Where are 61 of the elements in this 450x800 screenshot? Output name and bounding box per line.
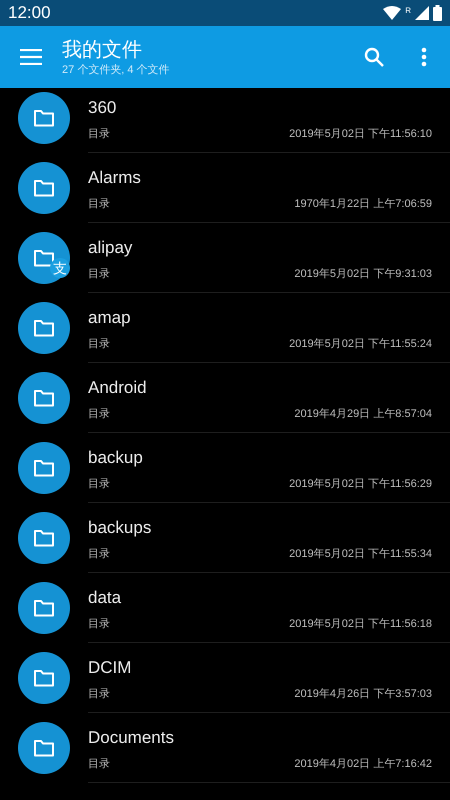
wifi-icon [383,6,402,20]
folder-icon [33,389,55,407]
file-date: 2019年5月02日 下午11:55:24 [289,337,432,352]
file-date: 2019年5月02日 下午9:31:03 [294,267,432,282]
file-row[interactable]: Documents 目录 2019年4月02日 上午7:16:42 [0,713,450,783]
file-date: 2019年4月29日 上午8:57:04 [294,407,432,422]
toolbar-subtitle: 27 个文件夹, 4 个文件 [62,63,171,77]
file-name: Documents [88,727,175,750]
file-type: 目录 [88,407,110,422]
file-type: 目录 [88,127,110,142]
file-type: 目录 [88,617,110,632]
file-row[interactable]: backup 目录 2019年5月02日 下午11:56:29 [0,433,450,503]
search-icon [364,47,384,67]
file-row[interactable]: 360 目录 2019年5月02日 下午11:56:10 [0,88,450,153]
menu-icon [20,49,42,65]
file-name: data [88,587,122,610]
file-row[interactable]: amap 目录 2019年5月02日 下午11:55:24 [0,293,450,363]
folder-icon [33,739,55,757]
file-date: 2019年5月02日 下午11:55:34 [289,547,432,562]
folder-icon [33,599,55,617]
folder-icon [33,109,55,127]
file-row[interactable]: Alarms 目录 1970年1月22日 上午7:06:59 [0,153,450,223]
file-date: 2019年5月02日 下午11:56:10 [289,127,432,142]
file-row[interactable]: 支 alipay 目录 2019年5月02日 下午9:31:03 [0,223,450,293]
more-icon [421,47,427,67]
file-row[interactable]: Android 目录 2019年4月29日 上午8:57:04 [0,363,450,433]
clock: 12:00 [8,2,51,24]
file-date: 2019年5月02日 下午11:56:18 [289,617,432,632]
folder-icon [33,529,55,547]
toolbar-title: 我的文件 [62,38,143,63]
file-date: 2019年4月02日 上午7:16:42 [294,757,432,772]
folder-icon [33,249,55,267]
file-date: 2019年4月26日 下午3:57:03 [294,687,432,702]
folder-icon [33,319,55,337]
file-type: 目录 [88,197,110,212]
file-type: 目录 [88,337,110,352]
file-name: Alarms [88,167,142,190]
file-name: backup [88,447,144,470]
signal-icon [415,6,429,20]
app-badge: 支 [50,258,70,278]
battery-icon [433,5,442,21]
file-name: backups [88,517,152,540]
folder-icon [33,179,55,197]
file-name: Android [88,377,148,400]
file-type: 目录 [88,477,110,492]
file-row[interactable]: data 目录 2019年5月02日 下午11:56:18 [0,573,450,643]
file-date: 1970年1月22日 上午7:06:59 [294,197,432,212]
folder-icon [33,459,55,477]
roaming-indicator: R [405,5,411,17]
file-type: 目录 [88,687,110,702]
file-type: 目录 [88,757,110,772]
file-name: alipay [88,237,134,260]
file-row[interactable]: backups 目录 2019年5月02日 下午11:55:34 [0,503,450,573]
folder-icon [33,669,55,687]
file-name: 360 [88,97,118,120]
file-row[interactable]: DCIM 目录 2019年4月26日 下午3:57:03 [0,643,450,713]
file-date: 2019年5月02日 下午11:56:29 [289,477,432,492]
file-type: 目录 [88,547,110,562]
file-type: 目录 [88,267,110,282]
file-name: amap [88,307,132,330]
file-name: DCIM [88,657,132,680]
